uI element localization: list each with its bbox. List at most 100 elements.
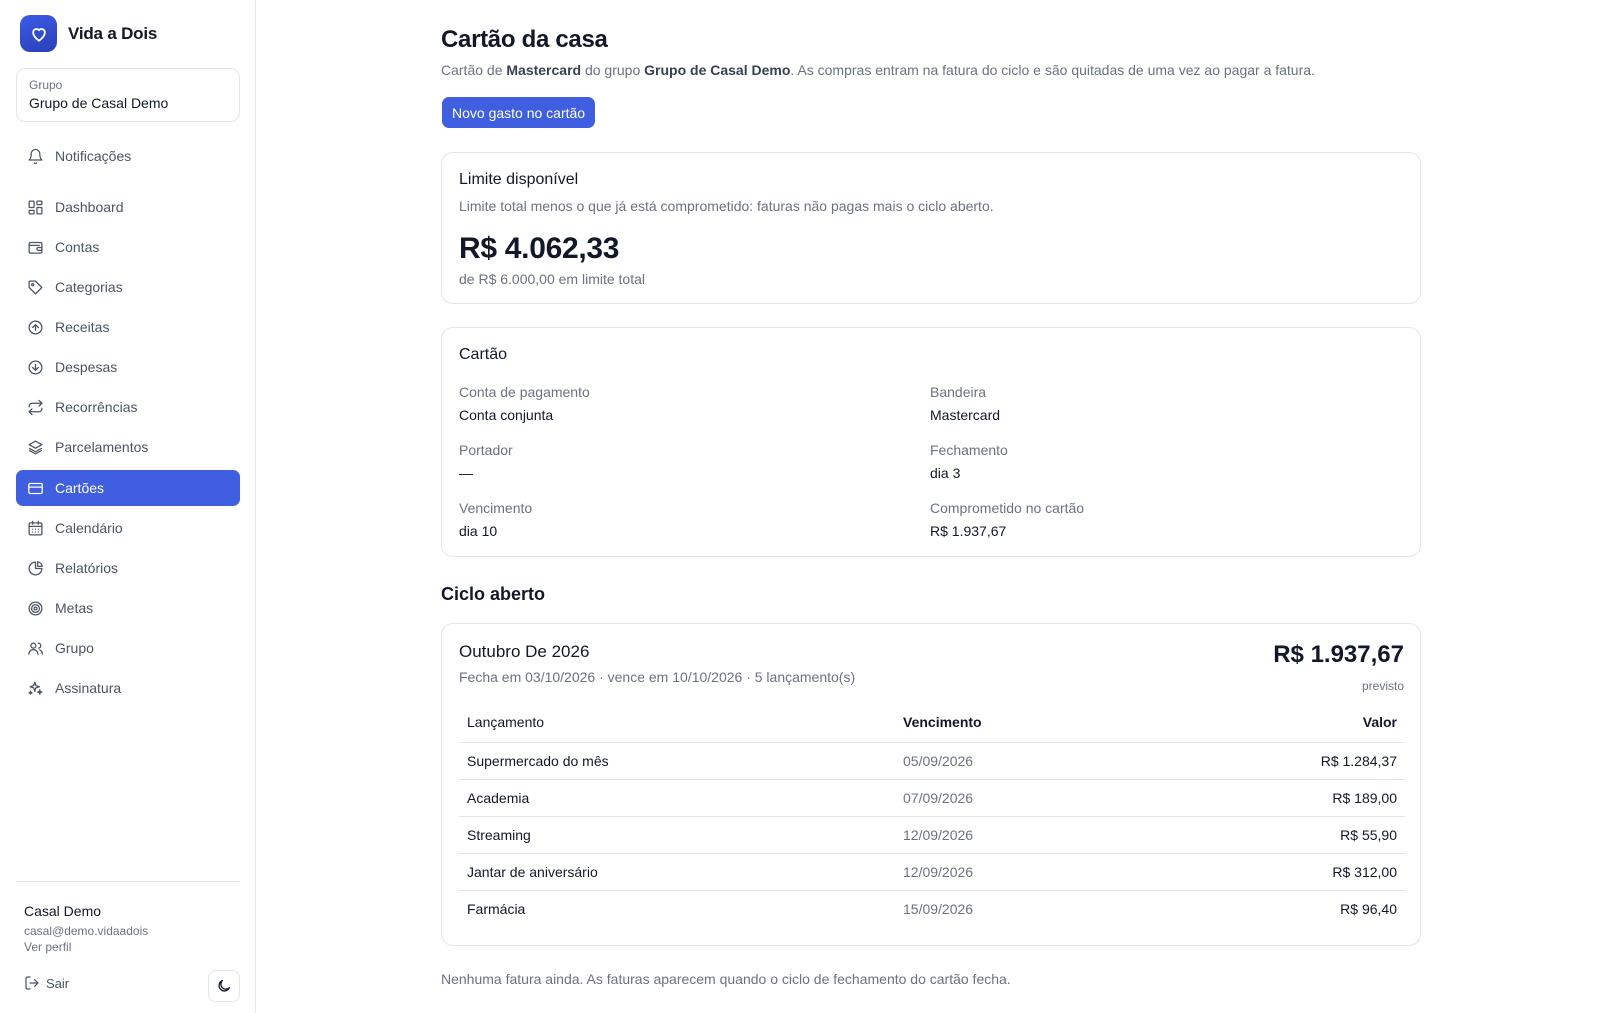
column-header-description: Lançamento <box>459 702 895 743</box>
transactions-table: Lançamento Vencimento Valor Supermercado… <box>459 702 1405 927</box>
nav-item-categorias[interactable]: Categorias <box>16 269 240 305</box>
table-row[interactable]: Streaming 12/09/2026 R$ 55,90 <box>459 816 1405 854</box>
nav-label: Receitas <box>55 319 110 335</box>
field-label: Comprometido no cartão <box>930 500 1085 516</box>
layers-icon <box>28 439 43 455</box>
grid-icon <box>28 199 43 215</box>
no-invoices-message: Nenhuma fatura ainda. As faturas aparece… <box>441 971 1011 987</box>
field-value: dia 10 <box>459 523 498 539</box>
sparkles-icon <box>28 680 43 695</box>
nav-item-grupo[interactable]: Grupo <box>16 630 240 666</box>
nav-notifications[interactable]: Notificações <box>16 138 240 174</box>
target-icon <box>28 600 43 616</box>
nav-label: Categorias <box>55 279 123 295</box>
nav-item-despesas[interactable]: Despesas <box>16 349 240 385</box>
arrow-up-circle-icon <box>28 319 43 335</box>
table-header-row: Lançamento Vencimento Valor <box>459 702 1405 743</box>
user-email: casal@demo.vidaadois <box>24 924 149 938</box>
nav-item-contas[interactable]: Contas <box>16 229 240 265</box>
tag-icon <box>28 279 43 295</box>
card-info-card: Cartão Conta de pagamento Conta conjunta… <box>441 327 1421 557</box>
desc-brand: Mastercard <box>506 62 582 78</box>
column-header-due: Vencimento <box>895 702 1154 743</box>
row-description: Farmácia <box>467 900 526 917</box>
nav-item-receitas[interactable]: Receitas <box>16 309 240 345</box>
group-label: Grupo <box>29 78 63 92</box>
new-card-expense-button[interactable]: Novo gasto no cartão <box>442 97 596 128</box>
row-due: 05/09/2026 <box>895 742 1154 780</box>
nav-item-assinatura[interactable]: Assinatura <box>16 670 240 706</box>
desc-group: Grupo de Casal Demo <box>644 62 791 78</box>
wallet-icon <box>28 241 43 254</box>
payment-account-field: Conta de pagamento Conta conjunta <box>459 384 590 423</box>
nav-label: Contas <box>55 239 100 255</box>
limit-title: Limite disponível <box>459 171 579 188</box>
group-name: Grupo de Casal Demo <box>29 95 169 111</box>
field-label: Bandeira <box>930 384 987 400</box>
nav-label: Notificações <box>55 148 132 164</box>
nav-label: Dashboard <box>55 199 124 215</box>
logout-button[interactable]: Sair <box>24 975 69 991</box>
table-row[interactable]: Jantar de aniversário 12/09/2026 R$ 312,… <box>459 853 1405 891</box>
nav-label: Cartões <box>55 480 105 496</box>
available-limit-card: Limite disponível Limite total menos o q… <box>441 152 1421 304</box>
row-due: 12/09/2026 <box>895 816 1154 854</box>
nav-label: Relatórios <box>55 560 119 576</box>
field-value: dia 3 <box>930 465 961 481</box>
row-value: R$ 55,90 <box>1153 816 1405 854</box>
field-value: R$ 1.937,67 <box>930 523 1007 539</box>
due-field: Vencimento dia 10 <box>459 500 532 539</box>
cycle-name: Outubro De 2026 <box>459 642 590 661</box>
arrow-down-circle-icon <box>28 359 43 375</box>
page-title: Cartão da casa <box>441 26 608 53</box>
nav-label: Calendário <box>55 520 123 536</box>
pie-chart-icon <box>28 560 43 576</box>
available-limit-amount: R$ 4.062,33 <box>459 232 620 265</box>
nav-label: Despesas <box>55 359 118 375</box>
app-name: Vida a Dois <box>68 23 158 43</box>
row-description: Academia <box>459 779 895 817</box>
theme-toggle-button[interactable] <box>208 970 240 1002</box>
nav-item-dashboard[interactable]: Dashboard <box>16 189 240 225</box>
table-row[interactable]: Supermercado do mês 05/09/2026 R$ 1.284,… <box>459 742 1405 780</box>
user-name: Casal Demo <box>24 903 102 919</box>
nav-item-recorrencias[interactable]: Recorrências <box>16 389 240 425</box>
row-description: Jantar de aniversário <box>459 853 895 891</box>
table-row[interactable]: Academia 07/09/2026 R$ 189,00 <box>459 779 1405 817</box>
row-due: 07/09/2026 <box>895 779 1154 817</box>
desc-prefix: Cartão de <box>441 62 507 78</box>
open-cycle-title: Ciclo aberto <box>441 584 546 604</box>
row-due: 15/09/2026 <box>903 900 974 917</box>
desc-suffix: . As compras entram na fatura do ciclo e… <box>790 62 1315 78</box>
view-profile-link[interactable]: Ver perfil <box>24 940 71 954</box>
brand-field: Bandeira Mastercard <box>930 384 1000 423</box>
group-selector[interactable]: Grupo Grupo de Casal Demo <box>16 68 240 122</box>
moon-icon <box>218 980 230 992</box>
logout-label: Sair <box>46 975 70 991</box>
brand[interactable]: Vida a Dois <box>20 15 157 52</box>
cycle-total-label: previsto <box>1361 679 1404 693</box>
nav-item-metas[interactable]: Metas <box>16 590 240 626</box>
card-info-title: Cartão <box>459 346 508 363</box>
nav-item-relatorios[interactable]: Relatórios <box>16 550 240 586</box>
nav-item-cartoes[interactable]: Cartões <box>16 470 240 506</box>
column-header-value: Valor <box>1153 702 1405 743</box>
limit-description: Limite total menos o que já está comprom… <box>459 198 994 214</box>
nav-item-parcelamentos[interactable]: Parcelamentos <box>16 429 240 465</box>
row-value: R$ 96,40 <box>1340 900 1397 917</box>
nav-label: Recorrências <box>55 399 138 415</box>
closing-field: Fechamento dia 3 <box>930 442 1008 481</box>
field-label: Fechamento <box>930 442 1008 458</box>
field-label: Conta de pagamento <box>459 384 590 400</box>
table-row[interactable]: Farmácia 15/09/2026 R$ 96,40 <box>459 890 1405 927</box>
desc-middle: do grupo <box>581 62 645 78</box>
field-value: Conta conjunta <box>459 407 554 423</box>
row-description: Streaming <box>459 816 895 854</box>
field-label: Portador <box>459 442 513 458</box>
sidebar-divider <box>16 881 240 882</box>
field-value: — <box>459 465 473 481</box>
nav-label: Metas <box>55 600 94 616</box>
page-description: Cartão de Mastercard do grupo Grupo de C… <box>441 62 1315 78</box>
row-description: Supermercado do mês <box>459 742 895 780</box>
nav-item-calendario[interactable]: Calendário <box>16 510 240 546</box>
